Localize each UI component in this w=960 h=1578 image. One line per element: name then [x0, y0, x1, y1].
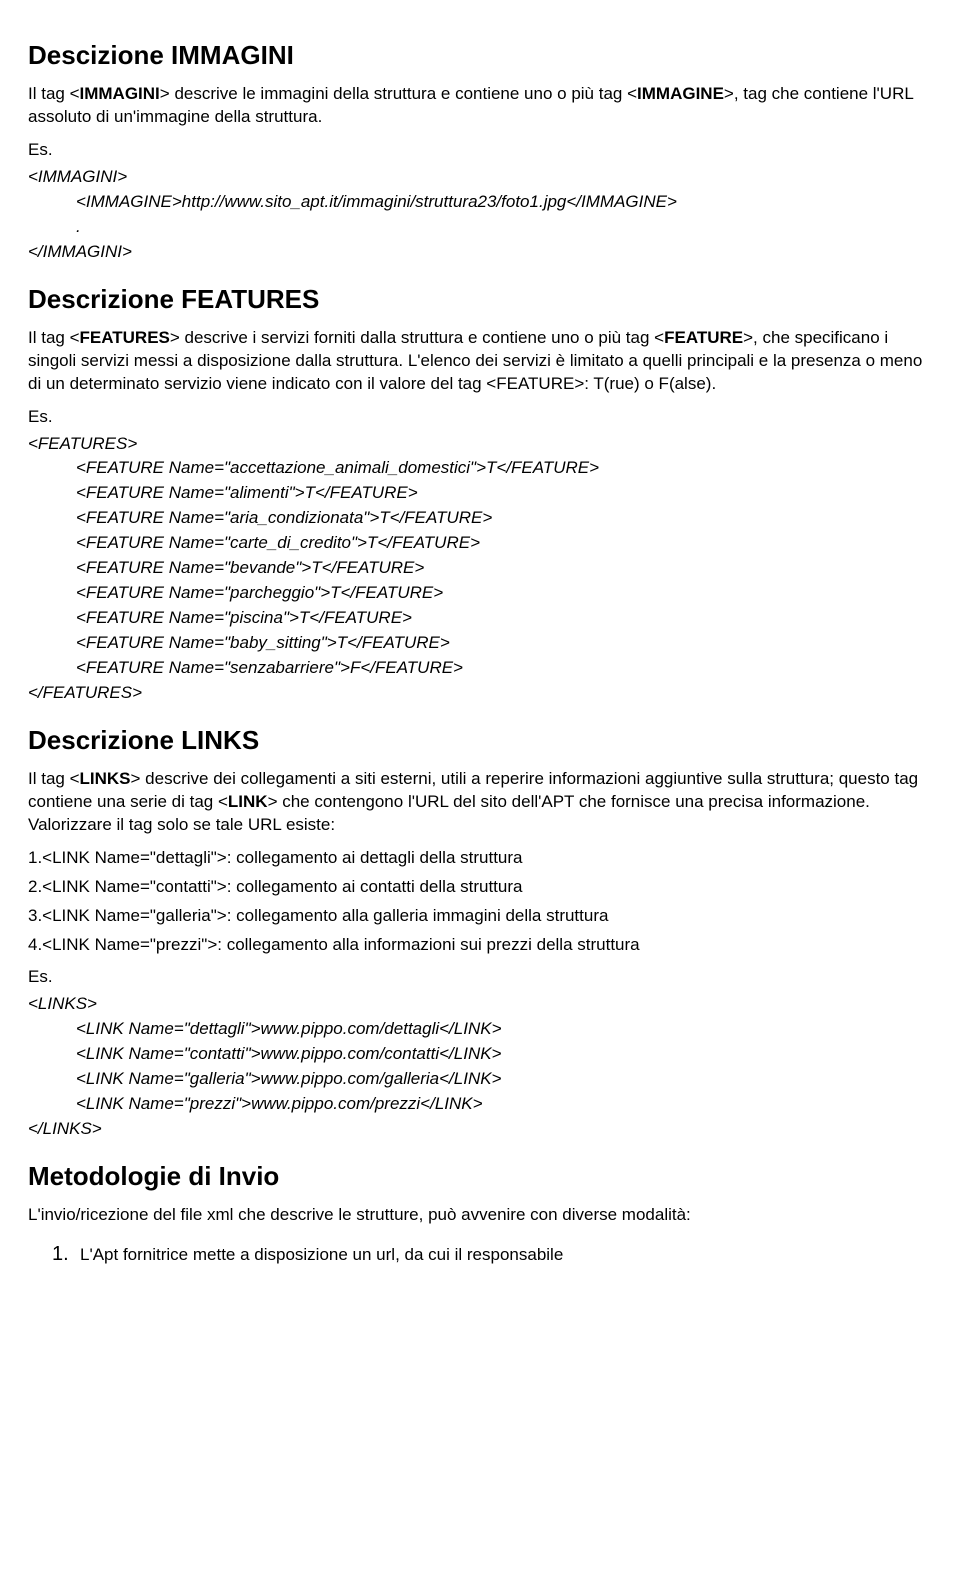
paragraph-features-desc: Il tag <FEATURES> descrive i servizi for… [28, 327, 932, 396]
code-line: <IMMAGINE>http://www.sito_apt.it/immagin… [76, 191, 932, 214]
code-line: <FEATURE Name="piscina">T</FEATURE> [76, 607, 932, 630]
code-line: . [76, 216, 932, 239]
list-item-2: 2.<LINK Name="contatti">: collegamento a… [28, 876, 932, 899]
paragraph-links-desc: Il tag <LINKS> descrive dei collegamenti… [28, 768, 932, 837]
document-page: Descizione IMMAGINI Il tag <IMMAGINI> de… [0, 0, 960, 1308]
tag-immagini: IMMAGINI [80, 84, 160, 103]
paragraph-immagini-desc: Il tag <IMMAGINI> descrive le immagini d… [28, 83, 932, 129]
code-line: <IMMAGINI> [28, 166, 932, 189]
tag-links: LINKS [80, 769, 131, 788]
list-text: L'Apt fornitrice mette a disposizione un… [80, 1245, 563, 1264]
label-es: Es. [28, 406, 932, 429]
code-line: <FEATURE Name="baby_sitting">T</FEATURE> [76, 632, 932, 655]
heading-features: Descrizione FEATURES [28, 282, 932, 317]
code-line: <FEATURES> [28, 433, 932, 456]
list-number: 1. [52, 1241, 80, 1268]
code-line: <FEATURE Name="parcheggio">T</FEATURE> [76, 582, 932, 605]
code-line: </LINKS> [28, 1118, 932, 1141]
example-links: <LINKS> <LINK Name="dettagli">www.pippo.… [28, 993, 932, 1141]
code-line: <FEATURE Name="accettazione_animali_dome… [76, 457, 932, 480]
example-features: <FEATURES> <FEATURE Name="accettazione_a… [28, 433, 932, 705]
code-line: <FEATURE Name="bevande">T</FEATURE> [76, 557, 932, 580]
code-line: <FEATURE Name="senzabarriere">F</FEATURE… [76, 657, 932, 680]
tag-features: FEATURES [80, 328, 170, 347]
list-item-3: 3.<LINK Name="galleria">: collegamento a… [28, 905, 932, 928]
code-line: <FEATURE Name="alimenti">T</FEATURE> [76, 482, 932, 505]
code-line: <LINKS> [28, 993, 932, 1016]
list-item-1: 1.<LINK Name="dettagli">: collegamento a… [28, 847, 932, 870]
code-line: <FEATURE Name="aria_condizionata">T</FEA… [76, 507, 932, 530]
text: Il tag < [28, 769, 80, 788]
text: Il tag < [28, 84, 80, 103]
heading-metodologie: Metodologie di Invio [28, 1159, 932, 1194]
text: > descrive i servizi forniti dalla strut… [170, 328, 664, 347]
paragraph-metodologie-desc: L'invio/ricezione del file xml che descr… [28, 1204, 932, 1227]
heading-immagini: Descizione IMMAGINI [28, 38, 932, 73]
tag-immagine: IMMAGINE [637, 84, 724, 103]
code-line: </FEATURES> [28, 682, 932, 705]
code-line: <LINK Name="contatti">www.pippo.com/cont… [76, 1043, 932, 1066]
code-line: </IMMAGINI> [28, 241, 932, 264]
list-item-metodologie-1: 1.L'Apt fornitrice mette a disposizione … [52, 1241, 932, 1268]
tag-link: LINK [228, 792, 268, 811]
text: > descrive le immagini della struttura e… [160, 84, 637, 103]
label-es: Es. [28, 966, 932, 989]
code-line: <LINK Name="galleria">www.pippo.com/gall… [76, 1068, 932, 1091]
example-immagini: <IMMAGINI> <IMMAGINE>http://www.sito_apt… [28, 166, 932, 264]
code-line: <LINK Name="dettagli">www.pippo.com/dett… [76, 1018, 932, 1041]
code-line: <FEATURE Name="carte_di_credito">T</FEAT… [76, 532, 932, 555]
heading-links: Descrizione LINKS [28, 723, 932, 758]
text: Il tag < [28, 328, 80, 347]
tag-feature: FEATURE [664, 328, 743, 347]
code-line: <LINK Name="prezzi">www.pippo.com/prezzi… [76, 1093, 932, 1116]
label-es: Es. [28, 139, 932, 162]
list-item-4: 4.<LINK Name="prezzi">: collegamento all… [28, 934, 932, 957]
